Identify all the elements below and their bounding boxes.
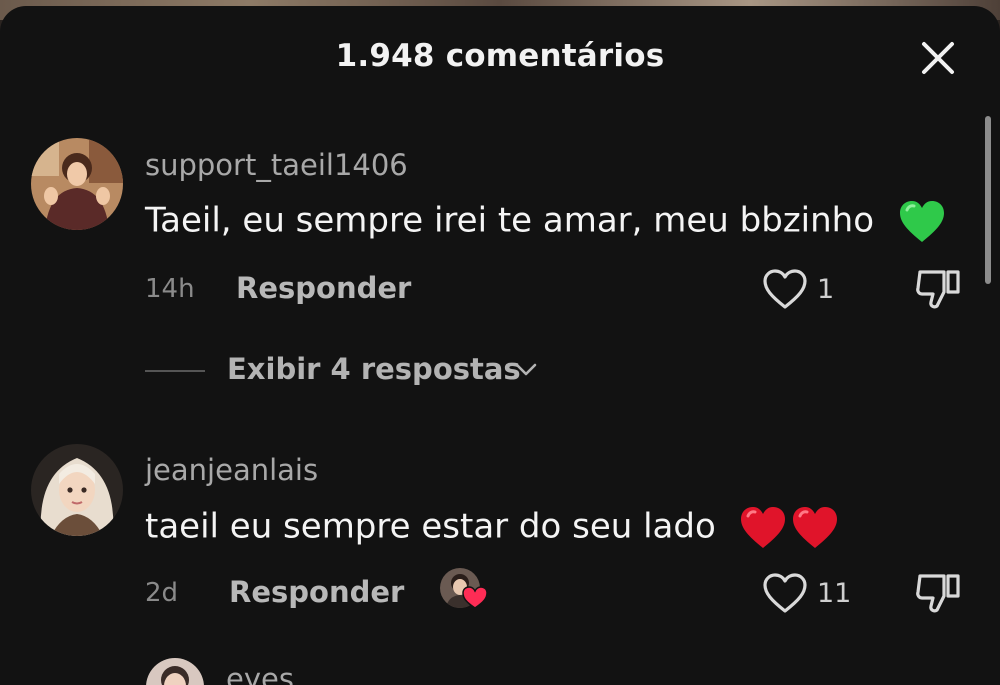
comment-text: taeil eu sempre estar do seu lado [145, 506, 839, 550]
green-heart-icon [899, 201, 944, 242]
comment-timestamp: 14h [145, 274, 195, 304]
like-count: 1 [817, 274, 835, 305]
comment-text: Taeil, eu sempre irei te amar, meu bbzin… [145, 200, 945, 244]
heart-badge-icon [462, 586, 488, 609]
comments-header: 1.948 comentários [0, 6, 1000, 110]
close-icon[interactable] [920, 40, 956, 76]
comment-text-body: Taeil, eu sempre irei te amar, meu bbzin… [145, 200, 875, 241]
comment-text-body: taeil eu sempre estar do seu lado [145, 506, 716, 547]
thumbs-down-icon[interactable] [914, 572, 962, 614]
red-heart-icon [792, 507, 837, 548]
avatar[interactable] [31, 444, 123, 536]
scrollbar[interactable] [985, 116, 991, 284]
reply-button[interactable]: Responder [236, 271, 411, 305]
heart-outline-icon[interactable] [762, 572, 808, 614]
reply-button[interactable]: Responder [229, 575, 404, 609]
view-replies-label: Exibir 4 respostas [227, 352, 521, 386]
comment-username[interactable]: jeanjeanlais [145, 453, 318, 487]
heart-outline-icon[interactable] [762, 268, 808, 310]
chevron-down-icon [515, 363, 537, 376]
divider-line [145, 370, 205, 372]
liked-by-creator-badge [440, 568, 488, 612]
red-heart-icon [740, 507, 785, 548]
comment-username[interactable]: eyes [226, 662, 294, 685]
thumbs-down-icon[interactable] [914, 268, 962, 310]
comment-timestamp: 2d [145, 578, 179, 608]
avatar[interactable] [146, 658, 204, 685]
avatar[interactable] [31, 138, 123, 230]
comments-count-title: 1.948 comentários [335, 38, 665, 74]
comment-username[interactable]: support_taeil1406 [145, 148, 408, 182]
comments-sheet: 1.948 comentários support_taeil1406 Taei… [0, 6, 1000, 685]
like-count: 11 [817, 578, 852, 609]
